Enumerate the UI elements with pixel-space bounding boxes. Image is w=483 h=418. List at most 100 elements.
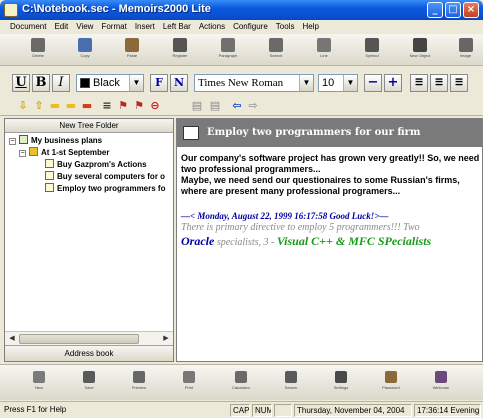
forward-arrow-icon[interactable]: ⇨ [246, 99, 260, 113]
trash-icon [31, 38, 45, 52]
note-copy-icon[interactable]: ▤ [208, 99, 222, 113]
toolbar-image-button[interactable]: Image [448, 36, 483, 64]
tree-item-buy-gazprom[interactable]: Buy Gazprom's Actions [45, 159, 147, 171]
collapse-icon[interactable]: − [19, 150, 26, 157]
arrow-up-icon[interactable]: ⇧ [32, 99, 46, 113]
app-icon [4, 3, 18, 17]
status-date: Thursday, November 04, 2004 [294, 404, 412, 417]
object-icon [413, 38, 427, 52]
image-icon [458, 38, 473, 52]
note-date-line: —< Monday, August 22, 1999 16:17:58 Good… [181, 211, 389, 221]
menu-left-bar[interactable]: Left Bar [159, 20, 195, 34]
menu-configure[interactable]: Configure [229, 20, 272, 34]
bottom-password-button[interactable]: Password [376, 368, 406, 398]
tree-view: − My business plans − At 1-st September … [5, 133, 173, 331]
underline-button[interactable]: U [12, 74, 30, 92]
note-title: Employ two programmers for our firm [207, 127, 421, 138]
address-book-button[interactable]: Address book [5, 345, 173, 361]
bottom-print-button[interactable]: Print [174, 368, 204, 398]
color-swatch [80, 78, 90, 88]
folder-icon[interactable]: ▬ [48, 99, 62, 113]
new-tree-folder-button[interactable]: New Tree Folder [5, 119, 173, 133]
back-arrow-icon[interactable]: ⇦ [230, 99, 244, 113]
tree-item-at-1st-september[interactable]: At 1-st September [29, 147, 109, 159]
chevron-down-icon: ▼ [129, 75, 143, 91]
align-right-icon: ☰ [454, 78, 464, 88]
decrease-size-button[interactable]: − [364, 74, 382, 92]
flag-icon[interactable]: ⚑ [116, 99, 130, 113]
arrow-down-icon[interactable]: ⇩ [16, 99, 30, 113]
note-editor[interactable]: Our company's software project has grown… [181, 153, 480, 249]
note-paragraph-2: Maybe, we need send our questionaires to… [181, 175, 460, 196]
bottom-search-button[interactable]: Search [276, 368, 306, 398]
toolbar-search-button[interactable]: Search [256, 36, 296, 64]
new-document-icon [33, 371, 45, 383]
menu-insert[interactable]: Insert [131, 20, 159, 34]
checkbox-icon [19, 135, 28, 144]
bottom-new-button[interactable]: New [24, 368, 54, 398]
font-select[interactable]: Times New Roman ▼ [194, 74, 314, 92]
menu-help[interactable]: Help [298, 20, 322, 34]
toolbar-register-button[interactable]: Register [160, 36, 200, 64]
bottom-save-button[interactable]: Save [74, 368, 104, 398]
menu-view[interactable]: View [72, 20, 97, 34]
size-select[interactable]: 10 ▼ [318, 74, 358, 92]
bottom-welcome-button[interactable]: Welcome [426, 368, 456, 398]
middle-text: specialists, 3 - [214, 237, 277, 248]
tree-toolbar: ⇩ ⇧ ▬ ▬ ▬ ≡ ⚑ ⚑ ⊖ ▤ ▤ ⇦ ⇨ [0, 96, 483, 116]
menu-format[interactable]: Format [97, 20, 130, 34]
tree-item-employ-programmers[interactable]: Employ two programmers fo [45, 183, 165, 195]
align-right-button[interactable]: ☰ [450, 74, 468, 92]
collapse-icon[interactable]: − [9, 138, 16, 145]
scrollbar-thumb[interactable] [19, 334, 139, 344]
new-folder-icon[interactable]: ▬ [64, 99, 78, 113]
status-num: NUM [252, 404, 272, 417]
toolbar-delete-button[interactable]: Delete [18, 36, 58, 64]
folder-delete-icon[interactable]: ▬ [80, 99, 94, 113]
increase-size-button[interactable]: + [384, 74, 402, 92]
note-icon [45, 159, 54, 168]
status-cap: CAP [230, 404, 250, 417]
note-mixed-line: Oracle specialists, 3 - Visual C++ & MFC… [181, 234, 480, 249]
bottom-calculator-button[interactable]: Calculator [226, 368, 256, 398]
menu-edit[interactable]: Edit [50, 20, 72, 34]
tree-item-my-business-plans[interactable]: My business plans [19, 135, 102, 147]
maximize-button[interactable]: □ [445, 2, 461, 18]
flag-remove-icon[interactable]: ⚑ [132, 99, 146, 113]
scroll-right-icon[interactable]: ▶ [160, 333, 172, 345]
status-bar: Press F1 for Help CAP NUM Thursday, Nove… [0, 401, 483, 418]
copy-icon [78, 38, 92, 52]
close-button[interactable]: × [463, 2, 479, 18]
tree-item-buy-computers[interactable]: Buy several computers for o [45, 171, 165, 183]
line-icon [317, 38, 331, 52]
size-value: 10 [322, 77, 335, 89]
italic-button[interactable]: I [52, 74, 70, 92]
toolbar-new-object-button[interactable]: New Object [400, 36, 440, 64]
settings-icon [335, 371, 347, 383]
note-icon[interactable]: ▤ [190, 99, 204, 113]
toolbar-paste-button[interactable]: Paste [112, 36, 152, 64]
menu-document[interactable]: Document [6, 20, 50, 34]
note-grey-line: There is primary directive to employ 5 p… [181, 222, 420, 233]
toolbar-symbol-button[interactable]: Symbol [352, 36, 392, 64]
menu-tools[interactable]: Tools [272, 20, 299, 34]
align-center-icon: ☰ [434, 78, 444, 88]
font-n-button[interactable]: N [170, 74, 188, 92]
bold-button[interactable]: B [32, 74, 50, 92]
stop-icon[interactable]: ⊖ [148, 99, 162, 113]
menu-actions[interactable]: Actions [195, 20, 229, 34]
toolbar-line-button[interactable]: Line [304, 36, 344, 64]
color-select[interactable]: Black ▼ [76, 74, 144, 92]
scroll-left-icon[interactable]: ◀ [6, 333, 18, 345]
bottom-settings-button[interactable]: Settings [326, 368, 356, 398]
status-help-text: Press F1 for Help [4, 405, 67, 414]
list-icon[interactable]: ≡ [100, 99, 114, 113]
toolbar-paragraph-button[interactable]: Paragraph [208, 36, 248, 64]
bottom-preview-button[interactable]: Preview [124, 368, 154, 398]
font-f-button[interactable]: F [150, 74, 168, 92]
toolbar-copy-button[interactable]: Copy [65, 36, 105, 64]
align-left-button[interactable]: ☰ [410, 74, 428, 92]
minimize-button[interactable]: _ [427, 2, 443, 18]
align-center-button[interactable]: ☰ [430, 74, 448, 92]
horizontal-scrollbar[interactable]: ◀ ▶ [5, 331, 173, 345]
